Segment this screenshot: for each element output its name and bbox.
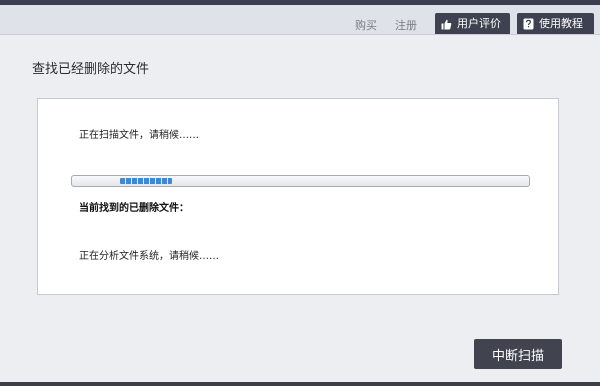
scan-panel: 正在扫描文件，请稍候…… 当前找到的已删除文件： 正在分析文件系统，请稍候…… — [37, 98, 559, 295]
scan-status-text: 正在扫描文件，请稍候…… — [79, 130, 199, 141]
user-review-button[interactable]: 用户评价 — [435, 13, 510, 35]
progress-marquee — [120, 178, 172, 184]
header-divider — [0, 34, 600, 35]
buy-link[interactable]: 购买 — [355, 17, 377, 33]
question-icon — [523, 18, 534, 30]
tutorial-button[interactable]: 使用教程 — [517, 13, 594, 35]
register-link[interactable]: 注册 — [395, 17, 417, 33]
user-review-label: 用户评价 — [457, 17, 501, 30]
thumbs-up-icon — [441, 19, 452, 29]
window-bottom-bar — [0, 382, 600, 386]
page-title: 查找已经删除的文件 — [32, 62, 150, 77]
stop-scan-button[interactable]: 中断扫描 — [474, 339, 562, 369]
header-bar: 购买 注册 用户评价 使用教程 — [0, 5, 600, 35]
found-files-label: 当前找到的已删除文件： — [79, 203, 189, 214]
analyze-status-text: 正在分析文件系统，请稍候…… — [79, 251, 219, 262]
tutorial-label: 使用教程 — [539, 17, 583, 30]
scan-progress-bar — [71, 175, 530, 187]
